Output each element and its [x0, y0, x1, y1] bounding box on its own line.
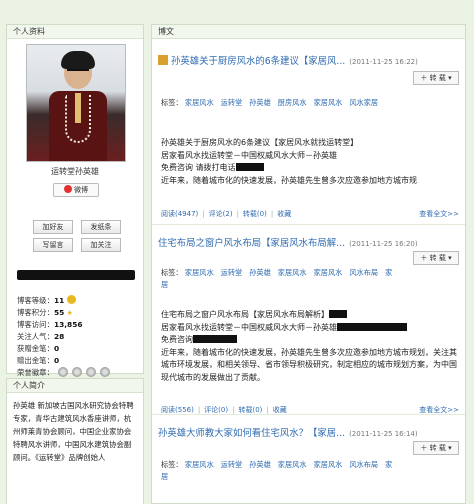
- write-comment-button[interactable]: 写留言: [33, 238, 73, 252]
- redacted-phone: [193, 335, 237, 343]
- profile-header: 个人资料: [7, 25, 143, 39]
- post-date: (2011-11-25 16:22): [349, 58, 418, 66]
- stats-list: 博客等级：11 博客积分：55 ★ 博客访问：13,856 关注人气：28 获赠…: [17, 295, 141, 379]
- weibo-icon: [64, 185, 72, 193]
- repost-count-link[interactable]: 转载(0): [238, 406, 262, 414]
- collect-link[interactable]: 收藏: [273, 406, 287, 414]
- blog-post: 孙英雄关于厨房风水的6条建议【家居风... (2011-11-25 16:22) …: [152, 39, 465, 225]
- tag-link[interactable]: 家居风水: [185, 98, 214, 107]
- post-tags: 标签： 家居风水 运转堂 孙英雄 家居风水 家居风水 风水布局 家居: [161, 460, 393, 481]
- collect-link[interactable]: 收藏: [277, 210, 291, 218]
- tag-link[interactable]: 家居风水: [314, 460, 343, 469]
- redacted-bar: [17, 270, 135, 280]
- follow-button[interactable]: 加关注: [81, 238, 121, 252]
- stat-pens-given: 赠出金笔：0: [17, 356, 60, 365]
- stat-points: 博客积分：55 ★: [17, 308, 73, 317]
- posts-header: 博文: [152, 25, 465, 39]
- tag-link[interactable]: 孙英雄: [249, 98, 271, 107]
- tag-link[interactable]: 风水布局: [349, 460, 378, 469]
- stat-level: 博客等级：11: [17, 295, 141, 307]
- avatar[interactable]: [26, 44, 126, 162]
- repost-button[interactable]: ＋ 转 载 ▾: [413, 71, 459, 85]
- honor-badge-icon[interactable]: [71, 367, 82, 377]
- tag-link[interactable]: 家居风水: [185, 460, 214, 469]
- stat-visits: 博客访问：13,856: [17, 320, 83, 329]
- honor-badge-icon[interactable]: [85, 367, 96, 377]
- post-tags: 标签： 家居风水 运转堂 孙英雄 厨房风水 家居风水 风水家居: [161, 98, 379, 107]
- repost-button[interactable]: ＋ 转 载 ▾: [413, 441, 459, 455]
- redacted-phone: [235, 163, 264, 171]
- tag-link[interactable]: 运转堂: [221, 98, 243, 107]
- post-title[interactable]: 孙英雄关于厨房风水的6条建议【家居风...: [171, 56, 345, 67]
- tag-link[interactable]: 运转堂: [221, 268, 243, 277]
- blog-post: 住宅布局之窗户风水布局【家居风水布局解... (2011-11-25 16:20)…: [152, 225, 465, 415]
- post-date: (2011-11-25 16:20): [349, 240, 418, 248]
- tag-link[interactable]: 家居风水: [185, 268, 214, 277]
- post-title[interactable]: 孙英雄大师教大家如何看住宅风水？【家居...: [158, 428, 345, 439]
- redacted-text: [329, 310, 347, 318]
- honor-badge-icon[interactable]: [99, 367, 110, 377]
- sidebar: 个人资料 运转堂孙英雄 微博 加好友 发纸条 写留言 加关注 博客等级：11 博…: [6, 24, 144, 504]
- send-message-button[interactable]: 发纸条: [81, 220, 121, 234]
- read-more-link[interactable]: 查看全文>>: [419, 405, 459, 415]
- post-title[interactable]: 住宅布局之窗户风水布局【家居风水布局解...: [158, 238, 345, 249]
- honor-badge-icon[interactable]: [57, 367, 68, 377]
- comment-link[interactable]: 评论(2): [209, 210, 233, 218]
- stat-followers: 关注人气：28: [17, 332, 65, 341]
- tag-link[interactable]: 家居风水: [278, 268, 307, 277]
- repost-count-link[interactable]: 转载(0): [243, 210, 267, 218]
- post-tags: 标签： 家居风水 运转堂 孙英雄 家居风水 家居风水 风水布局 家居: [161, 268, 393, 289]
- star-icon: ★: [66, 309, 73, 317]
- tag-link[interactable]: 家居风水: [314, 268, 343, 277]
- tag-link[interactable]: 孙英雄: [249, 460, 271, 469]
- weibo-button[interactable]: 微博: [53, 183, 99, 197]
- tag-link[interactable]: 孙英雄: [249, 268, 271, 277]
- tag-link[interactable]: 厨房风水: [278, 98, 307, 107]
- tag-link[interactable]: 家居风水: [314, 98, 343, 107]
- read-more-link[interactable]: 查看全文>>: [419, 209, 459, 219]
- post-excerpt: 住宅布局之窗户风水布局【家居风水布局解析】 居家看风水找运转堂－中国权威风水大师…: [161, 310, 457, 382]
- profile-panel: 个人资料 运转堂孙英雄 微博 加好友 发纸条 写留言 加关注 博客等级：11 博…: [6, 24, 144, 377]
- comment-link[interactable]: 评论(0): [204, 406, 228, 414]
- pin-icon: [158, 55, 168, 65]
- medal-icon: [67, 295, 77, 304]
- tag-link[interactable]: 运转堂: [221, 460, 243, 469]
- intro-panel: 个人简介 孙英雄 新加坡古国风水研究协会特聘专家，青华古建筑风水香座讲师，杭州师…: [6, 378, 144, 504]
- post-excerpt: 孙英雄关于厨房风水的6条建议【家居风水就找运转堂】 居家看风水找运转堂－中国权威…: [161, 138, 417, 185]
- nickname[interactable]: 运转堂孙英雄: [7, 166, 143, 177]
- blog-post: 孙英雄大师教大家如何看住宅风水？【家居... (2011-11-25 16:14)…: [152, 415, 465, 503]
- add-friend-button[interactable]: 加好友: [33, 220, 73, 234]
- tag-link[interactable]: 家居风水: [278, 460, 307, 469]
- repost-button[interactable]: ＋ 转 载 ▾: [413, 251, 459, 265]
- redacted-text: [337, 322, 407, 331]
- blog-posts-panel: 博文 孙英雄关于厨房风水的6条建议【家居风... (2011-11-25 16:2…: [151, 24, 466, 504]
- stat-pens-received: 获赠金笔：0: [17, 344, 60, 353]
- tag-link[interactable]: 风水布局: [349, 268, 378, 277]
- read-count-link[interactable]: 阅读(556): [161, 406, 194, 414]
- post-date: (2011-11-25 16:14): [349, 430, 418, 438]
- post-meta: 阅读(4947) | 评论(2) | 转载(0) | 收藏 查看全文>>: [161, 209, 459, 219]
- read-count-link[interactable]: 阅读(4947): [161, 210, 198, 218]
- weibo-label: 微博: [74, 186, 88, 194]
- intro-header: 个人简介: [7, 379, 143, 393]
- tag-link[interactable]: 风水家居: [349, 98, 378, 107]
- intro-text: 孙英雄 新加坡古国风水研究协会特聘专家，青华古建筑风水香座讲师，杭州师莱青协会顾…: [13, 401, 134, 462]
